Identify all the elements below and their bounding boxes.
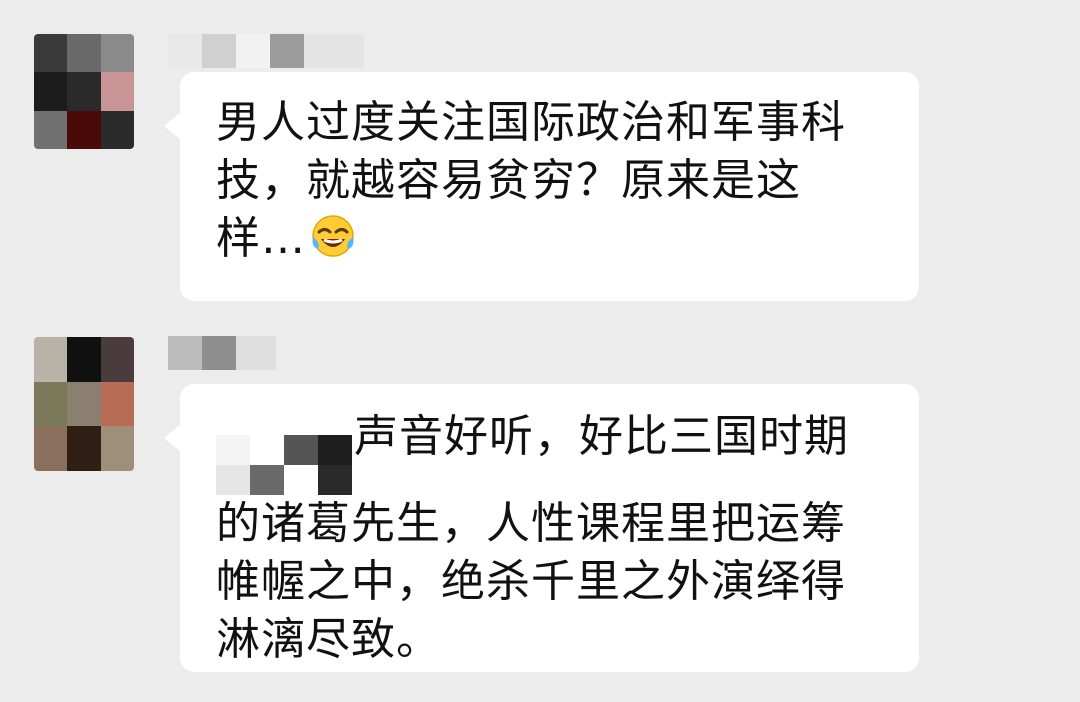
avatar[interactable] (34, 337, 134, 471)
face-with-tears-of-joy-icon (312, 215, 354, 257)
message-bubble[interactable]: 男人过度关注国际政治和军事科技，就越容易贫穷？原来是这样… (164, 72, 919, 301)
avatar[interactable] (34, 34, 134, 149)
sender-name (168, 336, 276, 372)
sender-name (168, 34, 364, 70)
redacted-name-mosaic (216, 435, 352, 495)
message-bubble[interactable]: 声音好听，好比三国时期的诸葛先生，人性课程里把运筹帷幄之中，绝杀千里之外演绎得淋… (164, 384, 919, 672)
